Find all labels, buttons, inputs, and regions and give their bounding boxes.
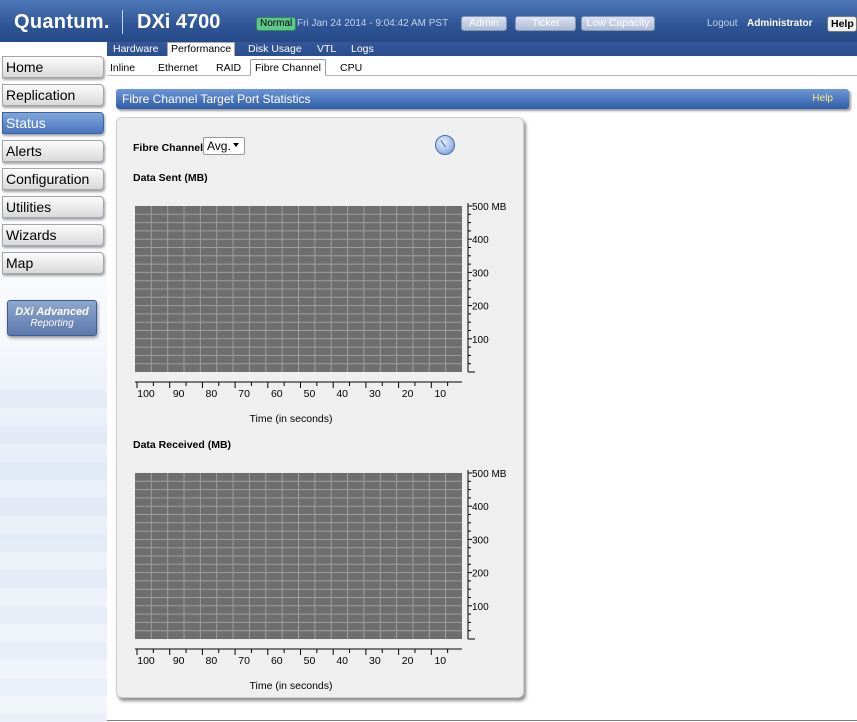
subtab-cpu[interactable]: CPU xyxy=(340,62,362,74)
y-tick-label: 100 xyxy=(472,335,489,346)
sidebar: Home Replication Status Alerts Configura… xyxy=(0,42,107,722)
top-banner: Quantum. DXi 4700 Normal Fri Jan 24 2014… xyxy=(0,0,857,42)
sidebar-item-alerts[interactable]: Alerts xyxy=(2,140,104,162)
y-tick-label: 500 MB xyxy=(472,202,507,213)
help-button[interactable]: Help xyxy=(827,16,857,32)
sidebar-item-configuration[interactable]: Configuration xyxy=(2,168,104,190)
statistics-panel: Fibre Channel Avg. Data Sent (MB) 500 MB… xyxy=(116,117,524,698)
reporting-line2: Reporting xyxy=(30,318,74,329)
fibre-channel-select[interactable]: Avg. xyxy=(203,137,245,155)
x-tick-label: 10 xyxy=(434,655,446,667)
logo-divider xyxy=(122,10,123,34)
xlabel-sent: Time (in seconds) xyxy=(249,413,333,425)
product-name: DXi 4700 xyxy=(137,11,221,33)
x-tick-label: 60 xyxy=(271,655,283,667)
x-tick-label: 100 xyxy=(137,388,155,400)
main-tab-bar: Hardware Performance Disk Usage VTL Logs xyxy=(107,42,857,56)
logout-link[interactable]: Logout xyxy=(707,18,738,29)
x-tick-label: 50 xyxy=(304,655,316,667)
x-tick-label: 40 xyxy=(336,388,348,400)
x-tick-label: 70 xyxy=(238,655,250,667)
sidebar-item-replication[interactable]: Replication xyxy=(2,84,104,106)
y-tick-label: 300 xyxy=(472,268,489,279)
data-sent-chart: 500 MB 400 300 200 100 100 90 80 70 60 50 40 30 20 10 xyxy=(135,202,507,400)
quantum-logo: Quantum. xyxy=(14,11,110,33)
section-header: Fibre Channel Target Port Statistics Hel… xyxy=(116,89,849,109)
sidebar-item-utilities[interactable]: Utilities xyxy=(2,196,104,218)
sidebar-item-home[interactable]: Home xyxy=(2,56,104,78)
y-tick-label: 200 xyxy=(472,569,489,580)
fibre-channel-label: Fibre Channel xyxy=(133,142,204,154)
system-datetime: Fri Jan 24 2014 - 9:04:42 AM PST xyxy=(297,18,449,29)
low-capacity-button[interactable]: Low Capacity xyxy=(581,16,655,31)
x-tick-label: 80 xyxy=(206,388,218,400)
x-tick-label: 90 xyxy=(173,388,185,400)
y-tick-label: 300 xyxy=(472,535,489,546)
x-tick-label: 40 xyxy=(336,655,348,667)
y-tick-label: 100 xyxy=(472,602,489,613)
subtab-fibre-channel[interactable]: Fibre Channel xyxy=(250,59,326,76)
x-tick-label: 100 xyxy=(137,655,155,667)
y-tick-label: 500 MB xyxy=(472,469,507,480)
admin-button[interactable]: Admin xyxy=(461,16,507,31)
tab-disk-usage[interactable]: Disk Usage xyxy=(248,43,302,55)
ticket-button[interactable]: Ticket xyxy=(515,16,576,31)
chevron-down-icon xyxy=(233,143,239,147)
sub-tab-bar: Inline Ethernet RAID Fibre Channel CPU xyxy=(107,58,857,76)
reporting-line1: DXi Advanced xyxy=(15,306,89,318)
x-tick-label: 10 xyxy=(434,388,446,400)
x-tick-label: 50 xyxy=(304,388,316,400)
x-tick-label: 70 xyxy=(238,388,250,400)
tab-vtl[interactable]: VTL xyxy=(317,43,336,55)
subtab-raid[interactable]: RAID xyxy=(216,62,241,74)
tab-hardware[interactable]: Hardware xyxy=(113,43,159,55)
section-help-link[interactable]: Help xyxy=(812,93,833,104)
subtab-inline[interactable]: Inline xyxy=(110,62,135,74)
status-badge[interactable]: Normal xyxy=(256,17,297,31)
refresh-icon[interactable] xyxy=(435,135,455,155)
x-tick-label: 30 xyxy=(369,388,381,400)
y-tick-label: 400 xyxy=(472,235,489,246)
xlabel-received: Time (in seconds) xyxy=(249,680,333,692)
section-title: Fibre Channel Target Port Statistics xyxy=(122,92,311,106)
sidebar-item-wizards[interactable]: Wizards xyxy=(2,224,104,246)
sidebar-item-map[interactable]: Map xyxy=(2,252,104,274)
tab-logs[interactable]: Logs xyxy=(351,43,374,55)
x-tick-label: 30 xyxy=(369,655,381,667)
y-tick-label: 200 xyxy=(472,302,489,313)
chart-title-sent: Data Sent (MB) xyxy=(133,172,208,184)
sidebar-item-status[interactable]: Status xyxy=(2,112,104,134)
y-tick-label: 400 xyxy=(472,502,489,513)
current-user: Administrator xyxy=(747,18,813,29)
advanced-reporting-button[interactable]: DXi Advanced Reporting xyxy=(7,300,97,336)
x-tick-label: 80 xyxy=(206,655,218,667)
chart-title-received: Data Received (MB) xyxy=(133,439,232,451)
content-bottom-border xyxy=(107,720,857,721)
data-received-chart: 500 MB 400 300 200 100 100 90 80 70 60 50 40 30 20 10 xyxy=(135,469,507,667)
x-tick-label: 20 xyxy=(402,388,414,400)
tab-performance[interactable]: Performance xyxy=(167,42,236,56)
fibre-channel-select-value: Avg. xyxy=(207,139,231,153)
x-tick-label: 60 xyxy=(271,388,283,400)
x-tick-label: 20 xyxy=(402,655,414,667)
x-tick-label: 90 xyxy=(173,655,185,667)
subtab-ethernet[interactable]: Ethernet xyxy=(158,62,198,74)
